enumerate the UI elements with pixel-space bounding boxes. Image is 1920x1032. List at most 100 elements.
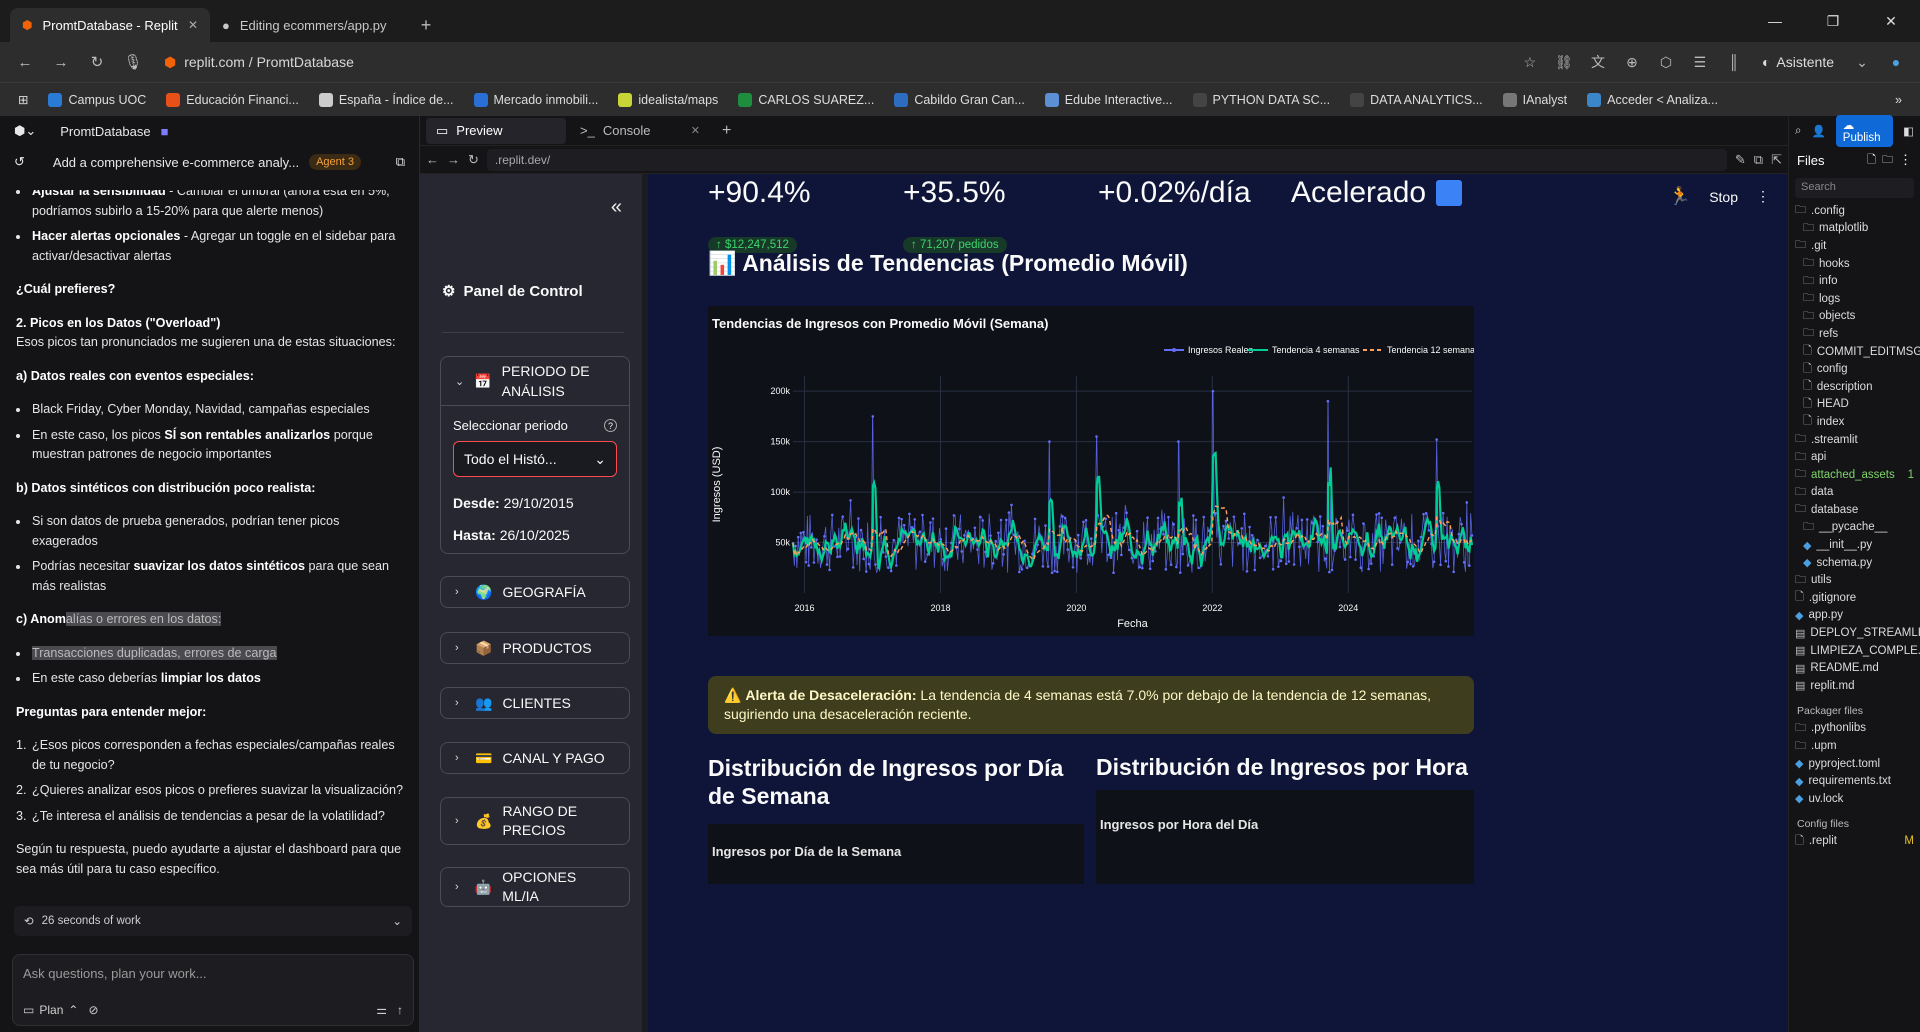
- file-item[interactable]: 🗋 config: [1795, 360, 1920, 378]
- folder-item[interactable]: 🗀 info: [1795, 272, 1920, 290]
- tab-console[interactable]: >_ Console ✕: [570, 118, 710, 144]
- folder-item[interactable]: 🗀 attached_assets 1: [1795, 466, 1920, 484]
- profile-icon[interactable]: ●: [1882, 48, 1910, 76]
- reload-icon[interactable]: ↻: [82, 47, 112, 77]
- close-icon[interactable]: ✕: [691, 124, 700, 137]
- bookmark-item[interactable]: Campus UOC: [40, 92, 154, 107]
- folder-item[interactable]: 🗀 database: [1795, 501, 1920, 519]
- file-item[interactable]: ◆ __init__.py: [1795, 536, 1920, 554]
- file-item[interactable]: ▤ DEPLOY_STREAMLI...: [1795, 624, 1920, 642]
- stop-button[interactable]: Stop: [1709, 189, 1738, 205]
- bookmark-item[interactable]: Educación Financi...: [158, 92, 307, 107]
- file-item[interactable]: 🗋 index: [1795, 413, 1920, 431]
- folder-item[interactable]: 🗀 objects: [1795, 308, 1920, 326]
- files-search-input[interactable]: Search: [1795, 178, 1914, 198]
- settings-sliders-icon[interactable]: ⚌: [376, 1003, 387, 1017]
- translate-icon[interactable]: 文: [1584, 48, 1612, 76]
- url-field[interactable]: ⬢ replit.com / PromtDatabase: [154, 47, 1510, 77]
- tools-icon[interactable]: ✎: [1735, 152, 1746, 168]
- folder-item[interactable]: 🗀 api: [1795, 448, 1920, 466]
- publish-button[interactable]: ☁ Publish: [1835, 115, 1894, 147]
- periodo-select[interactable]: Todo el Histó... ⌄: [453, 441, 617, 477]
- folder-item[interactable]: 🗀 __pycache__: [1795, 519, 1920, 537]
- folder-item[interactable]: 🗀 refs: [1795, 325, 1920, 343]
- hour-chart[interactable]: Ingresos por Hora del Día: [1096, 790, 1474, 884]
- maximize-icon[interactable]: ❐: [1804, 0, 1862, 42]
- bookmark-item[interactable]: PYTHON DATA SC...: [1185, 92, 1339, 107]
- bookmark-item[interactable]: idealista/maps: [610, 92, 726, 107]
- chat-input-box[interactable]: Ask questions, plan your work... ▭ Plan ⌃ …: [12, 954, 414, 1026]
- star-icon[interactable]: ☆: [1516, 48, 1544, 76]
- trend-chart-svg[interactable]: Tendencias de Ingresos con Promedio Móvi…: [708, 306, 1494, 636]
- folder-item[interactable]: 🗀 .streamlit: [1795, 431, 1920, 449]
- preview-url-field[interactable]: .replit.dev/: [486, 148, 1727, 171]
- file-item[interactable]: ◆ requirements.txt: [1795, 772, 1920, 790]
- file-item[interactable]: 🗋 COMMIT_EDITMSG: [1795, 343, 1920, 361]
- bookmark-item[interactable]: Acceder < Analiza...: [1579, 92, 1726, 107]
- trend-chart[interactable]: Tendencias de Ingresos con Promedio Móvi…: [708, 306, 1494, 636]
- forward-icon[interactable]: →: [46, 47, 76, 77]
- send-icon[interactable]: ↑: [397, 1003, 403, 1017]
- browser-tab-github[interactable]: ● Editing ecommers/app.py at r: [210, 8, 410, 42]
- expander-clientes[interactable]: › 👥 CLIENTES: [440, 687, 630, 719]
- layout-icon[interactable]: ◧: [1903, 124, 1914, 138]
- scrollbar[interactable]: [643, 184, 647, 834]
- bookmark-item[interactable]: Cabildo Gran Can...: [886, 92, 1032, 107]
- expander-rango-de-precios[interactable]: › 💰 RANGO DE PRECIOS: [440, 797, 630, 845]
- search-icon[interactable]: ⌕: [1795, 125, 1801, 138]
- folder-item[interactable]: 🗀 .config: [1795, 202, 1920, 220]
- file-item[interactable]: 🗋 .gitignore: [1795, 589, 1920, 607]
- file-item[interactable]: 🗋 HEAD: [1795, 396, 1920, 414]
- file-item[interactable]: ◆ schema.py: [1795, 554, 1920, 572]
- expander-productos[interactable]: › 📦 PRODUCTOS: [440, 632, 630, 664]
- file-item[interactable]: ▤ LIMPIEZA_COMPLE...: [1795, 642, 1920, 660]
- periodo-expander[interactable]: ⌄ 📅 PERIODO DE ANÁLISIS Seleccionar period…: [440, 356, 630, 554]
- zoom-icon[interactable]: ⊕: [1618, 48, 1646, 76]
- bookmark-item[interactable]: España - Índice de...: [311, 92, 462, 107]
- more-icon[interactable]: ⋮: [1899, 152, 1912, 168]
- chevron-down-icon[interactable]: ⌄: [1848, 48, 1876, 76]
- folder-item[interactable]: 🗀 utils: [1795, 571, 1920, 589]
- file-item[interactable]: 🗋 .replit M: [1795, 833, 1920, 851]
- folder-item[interactable]: 🗀 .git: [1795, 237, 1920, 255]
- file-item[interactable]: ◆ uv.lock: [1795, 790, 1920, 808]
- close-icon[interactable]: ✕: [188, 18, 198, 32]
- help-icon[interactable]: ?: [604, 419, 617, 432]
- apps-icon[interactable]: ⊞: [10, 92, 36, 107]
- expander-canal-y-pago[interactable]: › 💳 CANAL Y PAGO: [440, 742, 630, 774]
- microphone-icon[interactable]: 🎙: [118, 47, 148, 77]
- forward-icon[interactable]: →: [447, 152, 460, 167]
- audio-icon[interactable]: ║: [1720, 48, 1748, 76]
- folder-item[interactable]: 🗀 matplotlib: [1795, 220, 1920, 238]
- collapse-sidebar-icon[interactable]: «: [611, 196, 622, 219]
- add-tab-icon[interactable]: +: [714, 122, 739, 140]
- plan-button[interactable]: ▭ Plan ⌃: [23, 1003, 78, 1017]
- file-item[interactable]: ◆ app.py: [1795, 607, 1920, 625]
- folder-item[interactable]: 🗀 hooks: [1795, 255, 1920, 273]
- tab-preview[interactable]: ▭ Preview: [426, 117, 566, 144]
- reading-list-icon[interactable]: ☰: [1686, 48, 1714, 76]
- bookmark-item[interactable]: IAnalyst: [1495, 92, 1575, 107]
- file-item[interactable]: ▤ README.md: [1795, 659, 1920, 677]
- file-item[interactable]: 🗋 description: [1795, 378, 1920, 396]
- attach-icon[interactable]: ⊘: [88, 1003, 98, 1017]
- main-menu-icon[interactable]: ⋮: [1756, 188, 1770, 205]
- new-file-icon[interactable]: 🗋: [1867, 151, 1876, 170]
- back-icon[interactable]: ←: [426, 152, 439, 167]
- reload-icon[interactable]: ↻: [468, 152, 479, 168]
- new-chat-icon[interactable]: ⧉: [396, 154, 405, 170]
- dow-chart[interactable]: Ingresos por Día de la Semana: [708, 824, 1084, 884]
- assistant-button[interactable]: ◐ Asistente: [1754, 54, 1842, 70]
- chat-input[interactable]: Ask questions, plan your work...: [23, 966, 403, 981]
- folder-item[interactable]: 🗀 data: [1795, 484, 1920, 502]
- work-time-summary[interactable]: ⟲ 26 seconds of work ⌄: [14, 906, 412, 936]
- bookmark-item[interactable]: Mercado inmobili...: [466, 92, 607, 107]
- expander-geografía[interactable]: › 🌍 GEOGRAFÍA: [440, 576, 630, 608]
- minimize-icon[interactable]: —: [1746, 0, 1804, 42]
- expander-opciones-ml-ia[interactable]: › 🤖 OPCIONES ML/IA: [440, 867, 630, 907]
- bookmark-item[interactable]: Edube Interactive...: [1037, 92, 1181, 107]
- share-icon[interactable]: ⛓: [1550, 48, 1578, 76]
- more-bookmarks-icon[interactable]: »: [1887, 93, 1910, 107]
- extensions-icon[interactable]: ⬡: [1652, 48, 1680, 76]
- browser-tab-replit[interactable]: ⬢ PromtDatabase - Replit ✕: [10, 8, 210, 42]
